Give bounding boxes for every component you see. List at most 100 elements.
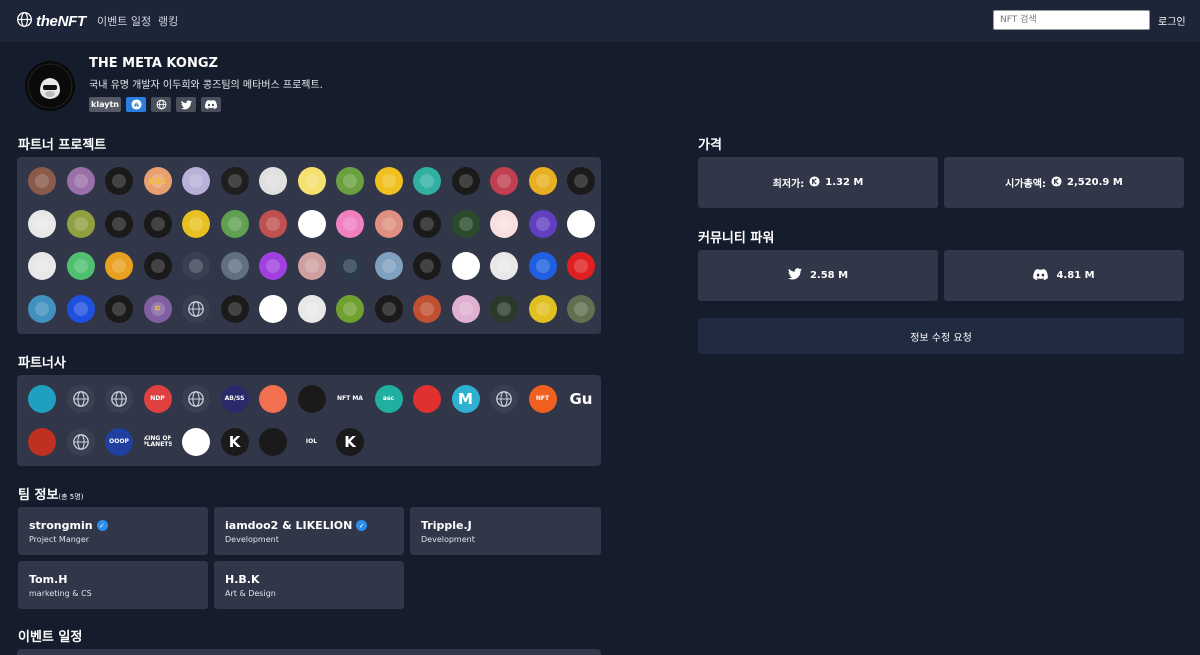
- partner-logo[interactable]: K: [336, 428, 364, 456]
- partner-logo[interactable]: AB/SS: [220, 385, 249, 413]
- partner-project-avatar[interactable]: [105, 294, 133, 323]
- partner-logo[interactable]: [28, 385, 56, 413]
- partner-project-avatar[interactable]: [220, 167, 249, 195]
- partner-logo[interactable]: IOL: [297, 428, 326, 456]
- partner-project-avatar[interactable]: [66, 167, 95, 195]
- partner-project-avatar[interactable]: [182, 294, 210, 323]
- partner-project-avatar[interactable]: [490, 294, 518, 323]
- partner-project-avatar[interactable]: K3K: [143, 167, 172, 195]
- partner-project-avatar[interactable]: [297, 209, 326, 238]
- partner-project-avatar[interactable]: [567, 294, 595, 323]
- nav-ranking[interactable]: 랭킹: [158, 13, 178, 29]
- partner-project-avatar[interactable]: [451, 209, 480, 238]
- partner-project-avatar[interactable]: [182, 252, 210, 280]
- partner-logo[interactable]: asc: [374, 385, 403, 413]
- partner-project-avatar[interactable]: [28, 294, 56, 323]
- partner-logo[interactable]: KING OF PLANETS: [143, 428, 172, 456]
- partner-project-avatar[interactable]: [567, 252, 595, 280]
- partner-project-avatar[interactable]: [490, 252, 518, 280]
- partner-project-avatar[interactable]: [182, 209, 210, 238]
- partner-project-avatar[interactable]: [374, 209, 403, 238]
- partner-project-avatar[interactable]: [567, 167, 595, 195]
- partner-project-avatar[interactable]: [528, 167, 557, 195]
- partner-project-avatar[interactable]: [220, 294, 249, 323]
- partner-project-avatar[interactable]: [413, 252, 441, 280]
- discord-icon[interactable]: [201, 97, 221, 112]
- partner-logo[interactable]: [490, 385, 518, 413]
- partner-project-avatar[interactable]: [143, 252, 172, 280]
- opensea-icon[interactable]: [126, 97, 146, 112]
- team-card[interactable]: Tripple.J Development: [410, 507, 601, 555]
- partner-project-avatar[interactable]: [28, 209, 56, 238]
- twitter-icon[interactable]: [176, 97, 196, 112]
- login-link[interactable]: 로그인: [1158, 13, 1186, 28]
- request-edit-button[interactable]: 정보 수정 요청: [698, 318, 1184, 354]
- project-tags: klaytn: [89, 97, 221, 112]
- search-input[interactable]: [993, 10, 1150, 30]
- partner-project-avatar[interactable]: [259, 294, 287, 323]
- partner-project-avatar[interactable]: [182, 167, 210, 195]
- partner-project-avatar[interactable]: [259, 209, 287, 238]
- partner-project-avatar[interactable]: [220, 252, 249, 280]
- partner-logo[interactable]: [413, 385, 441, 413]
- partner-project-avatar[interactable]: [105, 252, 133, 280]
- team-card[interactable]: Tom.H marketing & CS: [18, 561, 208, 609]
- partner-project-avatar[interactable]: [336, 252, 364, 280]
- partner-logo[interactable]: K: [220, 428, 249, 456]
- partner-logo[interactable]: NDP: [143, 385, 172, 413]
- partner-logo[interactable]: [297, 385, 326, 413]
- partner-logo[interactable]: [105, 385, 133, 413]
- partner-project-avatar[interactable]: [528, 252, 557, 280]
- partner-project-avatar[interactable]: [374, 252, 403, 280]
- partner-logo[interactable]: NFT MA: [336, 385, 364, 413]
- partner-logo[interactable]: [259, 428, 287, 456]
- partner-logo[interactable]: [182, 428, 210, 456]
- partner-project-avatar[interactable]: [490, 209, 518, 238]
- partner-project-avatar[interactable]: [336, 167, 364, 195]
- partner-project-avatar[interactable]: [451, 167, 480, 195]
- partner-project-avatar[interactable]: [28, 167, 56, 195]
- partner-project-avatar[interactable]: [413, 167, 441, 195]
- partner-project-avatar[interactable]: [66, 252, 95, 280]
- website-icon[interactable]: [151, 97, 171, 112]
- partner-project-avatar[interactable]: [336, 294, 364, 323]
- team-card[interactable]: iamdoo2 & LIKELION ✓ Development: [214, 507, 404, 555]
- partner-project-avatar[interactable]: [374, 294, 403, 323]
- partner-project-avatar[interactable]: [336, 209, 364, 238]
- site-logo[interactable]: theNFT: [16, 11, 86, 32]
- partner-project-avatar[interactable]: [413, 209, 441, 238]
- partner-project-avatar[interactable]: [297, 252, 326, 280]
- partner-project-avatar[interactable]: [451, 294, 480, 323]
- partner-project-avatar[interactable]: [66, 209, 95, 238]
- partner-project-avatar[interactable]: [490, 167, 518, 195]
- partner-project-avatar[interactable]: [297, 294, 326, 323]
- partner-project-avatar[interactable]: [528, 209, 557, 238]
- partner-logo[interactable]: [182, 385, 210, 413]
- partner-project-avatar[interactable]: [528, 294, 557, 323]
- partner-project-avatar[interactable]: [259, 252, 287, 280]
- partner-logo[interactable]: NFT: [528, 385, 557, 413]
- team-card[interactable]: H.B.K Art & Design: [214, 561, 404, 609]
- partner-project-avatar[interactable]: [220, 209, 249, 238]
- partner-logo[interactable]: Gu: [567, 385, 595, 413]
- partner-project-avatar[interactable]: [28, 252, 56, 280]
- partner-project-avatar[interactable]: [143, 209, 172, 238]
- partner-project-avatar[interactable]: [374, 167, 403, 195]
- team-card[interactable]: strongmin ✓ Project Manger: [18, 507, 208, 555]
- partner-logo[interactable]: [66, 385, 95, 413]
- partner-project-avatar[interactable]: [105, 167, 133, 195]
- partner-project-avatar[interactable]: [297, 167, 326, 195]
- partner-project-avatar[interactable]: [413, 294, 441, 323]
- partner-logo[interactable]: [66, 428, 95, 456]
- partner-project-avatar[interactable]: [451, 252, 480, 280]
- partner-project-avatar[interactable]: [259, 167, 287, 195]
- partner-logo[interactable]: OOOP: [105, 428, 133, 456]
- partner-project-avatar[interactable]: ㅌ: [143, 294, 172, 323]
- partner-project-avatar[interactable]: [567, 209, 595, 238]
- partner-project-avatar[interactable]: [105, 209, 133, 238]
- partner-project-avatar[interactable]: [66, 294, 95, 323]
- nav-events[interactable]: 이벤트 일정: [97, 13, 151, 29]
- partner-logo[interactable]: [28, 428, 56, 456]
- partner-logo[interactable]: M: [451, 385, 480, 413]
- partner-logo[interactable]: [259, 385, 287, 413]
